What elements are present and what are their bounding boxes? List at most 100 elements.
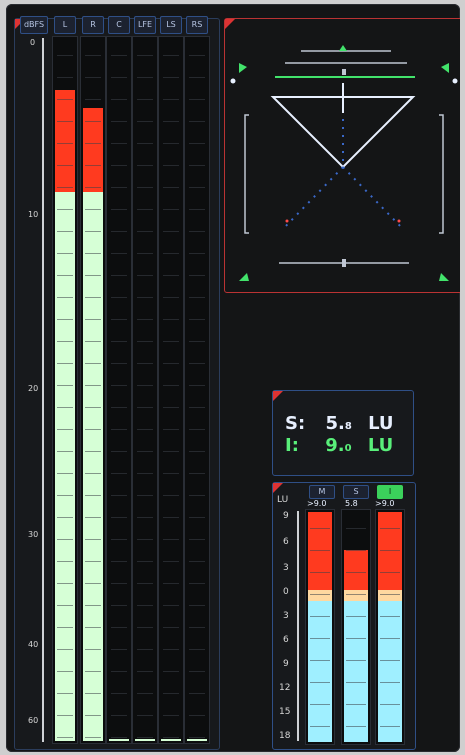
meter-tick — [137, 517, 153, 518]
meter-tick — [310, 638, 330, 639]
lu-bar-M-amber — [308, 589, 332, 602]
meter-tick — [310, 704, 330, 705]
lu-column-S-header[interactable]: S — [343, 485, 369, 499]
meter-tick — [163, 363, 179, 364]
meter-tick — [137, 473, 153, 474]
meter-tick — [137, 319, 153, 320]
meter-tick — [189, 715, 205, 716]
meter-tick — [85, 77, 101, 78]
meter-tick — [85, 583, 101, 584]
dbfs-scale-60: 60 — [28, 716, 39, 725]
meter-tick — [137, 143, 153, 144]
meter-tick — [111, 561, 127, 562]
meter-tick — [85, 737, 101, 738]
meter-tick — [57, 715, 73, 716]
meter-tick — [310, 726, 330, 727]
lu-column-I-header[interactable]: I — [377, 485, 403, 499]
meter-tick — [346, 726, 366, 727]
meter-tick — [85, 385, 101, 386]
meter-tick — [163, 715, 179, 716]
meter-tick — [163, 407, 179, 408]
meter-tick — [163, 297, 179, 298]
channel-header-LS[interactable]: LS — [160, 16, 182, 34]
meter-tick — [111, 231, 127, 232]
meter-tick — [57, 77, 73, 78]
meter-tick — [57, 561, 73, 562]
meter-tick — [189, 55, 205, 56]
meter-tick — [346, 594, 366, 595]
meter-tick — [380, 704, 400, 705]
lu-scale-3-bottom: 3 — [283, 611, 289, 621]
meter-tick — [163, 55, 179, 56]
lu-bar-M-cyan — [308, 599, 332, 742]
meter-tick — [189, 363, 205, 364]
meter-tick — [189, 319, 205, 320]
channel-header-RS[interactable]: RS — [186, 16, 208, 34]
meter-tick — [189, 693, 205, 694]
meter-tick — [189, 627, 205, 628]
dbfs-unit-header: dBFS — [20, 16, 48, 34]
meter-tick — [137, 297, 153, 298]
channel-header-R[interactable]: R — [82, 16, 104, 34]
meter-tick — [85, 495, 101, 496]
meter-tick — [189, 341, 205, 342]
meter-tick — [189, 143, 205, 144]
meter-tick — [57, 583, 73, 584]
meter-tick — [137, 55, 153, 56]
lu-bar-I — [375, 509, 405, 745]
meter-tick — [163, 99, 179, 100]
meter-tick — [163, 561, 179, 562]
meter-tick — [137, 495, 153, 496]
meter-tick — [57, 539, 73, 540]
meter-tick — [85, 473, 101, 474]
lu-meter-corner-marker — [273, 483, 283, 493]
meter-tick — [57, 319, 73, 320]
meter-tick — [189, 407, 205, 408]
meter-tick — [189, 649, 205, 650]
meter-tick — [189, 539, 205, 540]
meter-tick — [57, 231, 73, 232]
lu-scale-3-top: 3 — [283, 563, 289, 573]
meter-tick — [85, 715, 101, 716]
meter-bar-LFE — [132, 36, 158, 744]
meter-tick — [85, 143, 101, 144]
channel-header-L[interactable]: L — [54, 16, 76, 34]
meter-bar-LS — [158, 36, 184, 744]
meter-tick — [163, 275, 179, 276]
meter-tick — [137, 187, 153, 188]
integrated-decimal: 0 — [344, 443, 352, 454]
lu-scale-6-bottom: 6 — [283, 635, 289, 645]
meter-tick — [85, 99, 101, 100]
meter-tick — [85, 649, 101, 650]
lu-column-M-header[interactable]: M — [309, 485, 335, 499]
meter-tick — [57, 627, 73, 628]
meter-tick — [163, 495, 179, 496]
meter-tick — [380, 594, 400, 595]
meter-tick — [85, 561, 101, 562]
channel-header-LFE[interactable]: LFE — [134, 16, 156, 34]
meter-tick — [310, 616, 330, 617]
meter-screen: dBFS L R C LFE LS RS 0 10 20 30 40 60 S:… — [6, 4, 460, 752]
meter-tick — [57, 363, 73, 364]
lu-meter-panel: LU M S I >9.0 5.8 >9.0 9 6 3 0 3 6 9 12 … — [272, 482, 416, 750]
meter-tick — [163, 187, 179, 188]
lu-scale-line — [297, 511, 299, 741]
meter-tick — [137, 385, 153, 386]
lu-scale-9-top: 9 — [283, 511, 289, 521]
lu-value-M: >9.0 — [307, 499, 327, 508]
channel-header-C[interactable]: C — [108, 16, 130, 34]
meter-tick — [163, 539, 179, 540]
meter-tick — [111, 297, 127, 298]
meter-tick — [163, 649, 179, 650]
meter-tick — [346, 572, 366, 573]
meter-tick — [111, 77, 127, 78]
meter-tick — [111, 165, 127, 166]
meter-tick — [111, 407, 127, 408]
short-term-unit: LU — [368, 413, 394, 434]
meter-tick — [111, 341, 127, 342]
meter-tick — [163, 253, 179, 254]
lu-scale-15: 15 — [279, 707, 291, 717]
meter-fill-L-green — [55, 190, 75, 741]
meter-tick — [137, 671, 153, 672]
meter-tick — [310, 528, 330, 529]
